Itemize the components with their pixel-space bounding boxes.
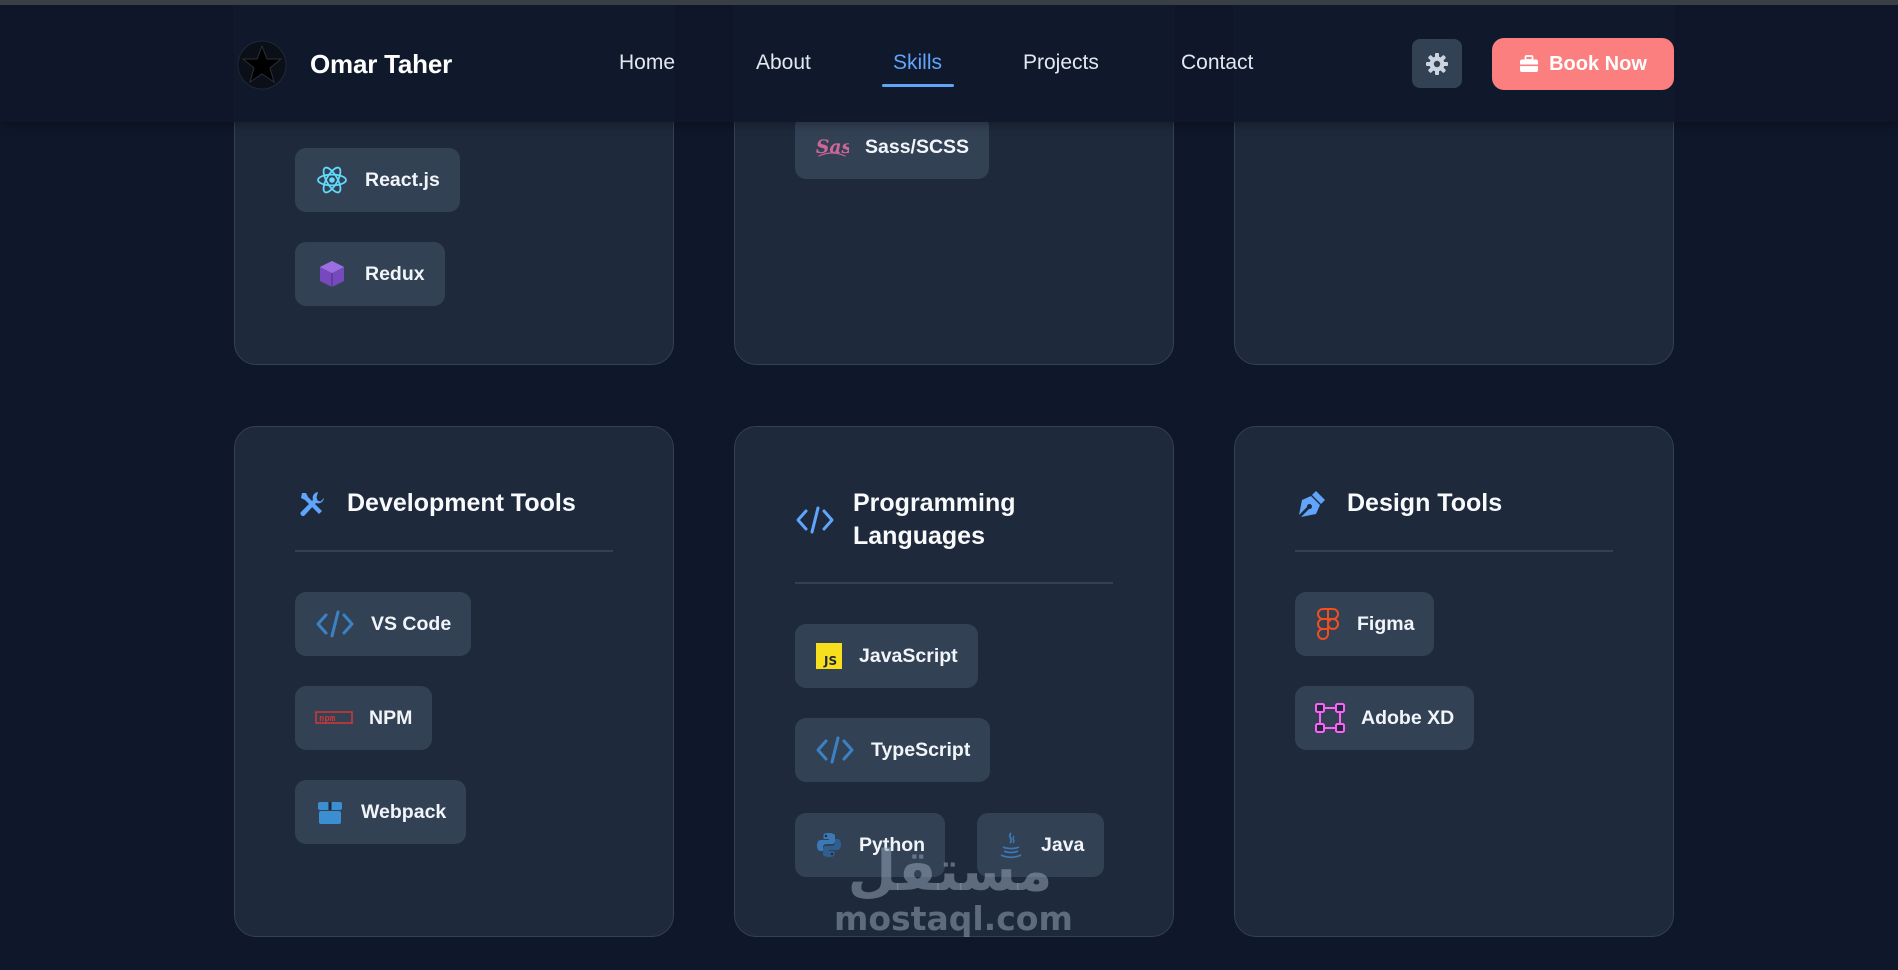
card-divider bbox=[795, 582, 1113, 584]
skill-name: NPM bbox=[369, 706, 413, 729]
code-icon bbox=[315, 607, 355, 641]
skill-name: Redux bbox=[365, 262, 425, 285]
skill-pill-npm: npm NPM bbox=[295, 686, 433, 750]
sass-icon: Sass bbox=[815, 130, 849, 164]
skill-pill-typescript: TypeScript bbox=[795, 718, 991, 782]
card-title: Programming Languages bbox=[795, 487, 1016, 553]
skill-pill-vscode: VS Code bbox=[295, 592, 472, 656]
skill-pill-react: React.js bbox=[295, 148, 460, 212]
theme-toggle-button[interactable] bbox=[1412, 39, 1462, 88]
skill-name: JavaScript bbox=[859, 644, 958, 667]
skill-pill-figma: Figma bbox=[1295, 592, 1435, 656]
watermark-latin: mostaql.com bbox=[834, 899, 1073, 938]
nav-link-projects[interactable]: Projects bbox=[1023, 51, 1099, 75]
figma-icon bbox=[1315, 607, 1341, 641]
watermark: مستقل mostaql.com bbox=[834, 839, 1073, 938]
nav-link-home[interactable]: Home bbox=[619, 51, 675, 75]
window-top-border bbox=[0, 0, 1898, 5]
logo-star-icon[interactable] bbox=[236, 39, 288, 91]
card-title-text: Development Tools bbox=[347, 489, 576, 517]
card-title: Design Tools bbox=[1295, 487, 1502, 521]
book-now-label: Book Now bbox=[1549, 52, 1647, 75]
watermark-arabic: مستقل bbox=[847, 839, 1053, 904]
card-title: Development Tools bbox=[295, 487, 576, 521]
skill-name: TypeScript bbox=[871, 738, 971, 761]
book-now-button[interactable]: Book Now bbox=[1492, 38, 1674, 90]
card-title-text: Programming Languages bbox=[853, 487, 1016, 553]
nav-link-about[interactable]: About bbox=[756, 51, 811, 75]
card-divider bbox=[1295, 550, 1613, 552]
skill-pill-sass: Sass Sass/SCSS bbox=[795, 115, 990, 179]
card-divider bbox=[295, 550, 613, 552]
vector-square-icon bbox=[1315, 701, 1345, 735]
code-icon bbox=[795, 503, 835, 537]
active-nav-indicator bbox=[882, 84, 954, 87]
skill-name: React.js bbox=[365, 168, 440, 191]
skill-name: Figma bbox=[1357, 612, 1415, 635]
gear-icon bbox=[1425, 52, 1449, 76]
skill-card-development-tools: Development Tools VS Code npm NPM Webpac… bbox=[234, 426, 674, 937]
card-title-line: Programming bbox=[853, 489, 1016, 517]
skill-name: Sass/SCSS bbox=[865, 135, 970, 158]
skill-pill-webpack: Webpack bbox=[295, 780, 467, 844]
skill-card-design-tools: Design Tools Figma Adobe XD bbox=[1234, 426, 1674, 937]
pen-icon bbox=[1295, 487, 1329, 521]
svg-text:npm: npm bbox=[319, 714, 336, 724]
skill-pill-redux: Redux bbox=[295, 242, 445, 306]
brand-name[interactable]: Omar Taher bbox=[310, 49, 452, 80]
briefcase-icon bbox=[1519, 55, 1539, 73]
react-icon bbox=[315, 163, 349, 197]
skill-pill-javascript: JS JavaScript bbox=[795, 624, 978, 688]
skill-name: VS Code bbox=[371, 612, 452, 635]
javascript-icon: JS bbox=[815, 639, 843, 673]
npm-icon: npm bbox=[315, 701, 353, 735]
skill-name: Webpack bbox=[361, 800, 447, 823]
skill-name: Adobe XD bbox=[1361, 706, 1455, 729]
box-icon bbox=[315, 795, 345, 829]
skill-pill-adobe-xd: Adobe XD bbox=[1295, 686, 1475, 750]
redux-icon bbox=[315, 257, 349, 291]
svg-text:JS: JS bbox=[823, 654, 837, 668]
card-title-line: Languages bbox=[853, 522, 985, 550]
navbar: Omar Taher Home About Skills Projects Co… bbox=[0, 5, 1898, 122]
nav-link-contact[interactable]: Contact bbox=[1181, 51, 1253, 75]
code-icon bbox=[815, 733, 855, 767]
card-title-text: Design Tools bbox=[1347, 489, 1503, 517]
nav-link-skills[interactable]: Skills bbox=[893, 51, 942, 75]
tools-icon bbox=[295, 487, 329, 521]
svg-text:Sass: Sass bbox=[816, 136, 849, 158]
